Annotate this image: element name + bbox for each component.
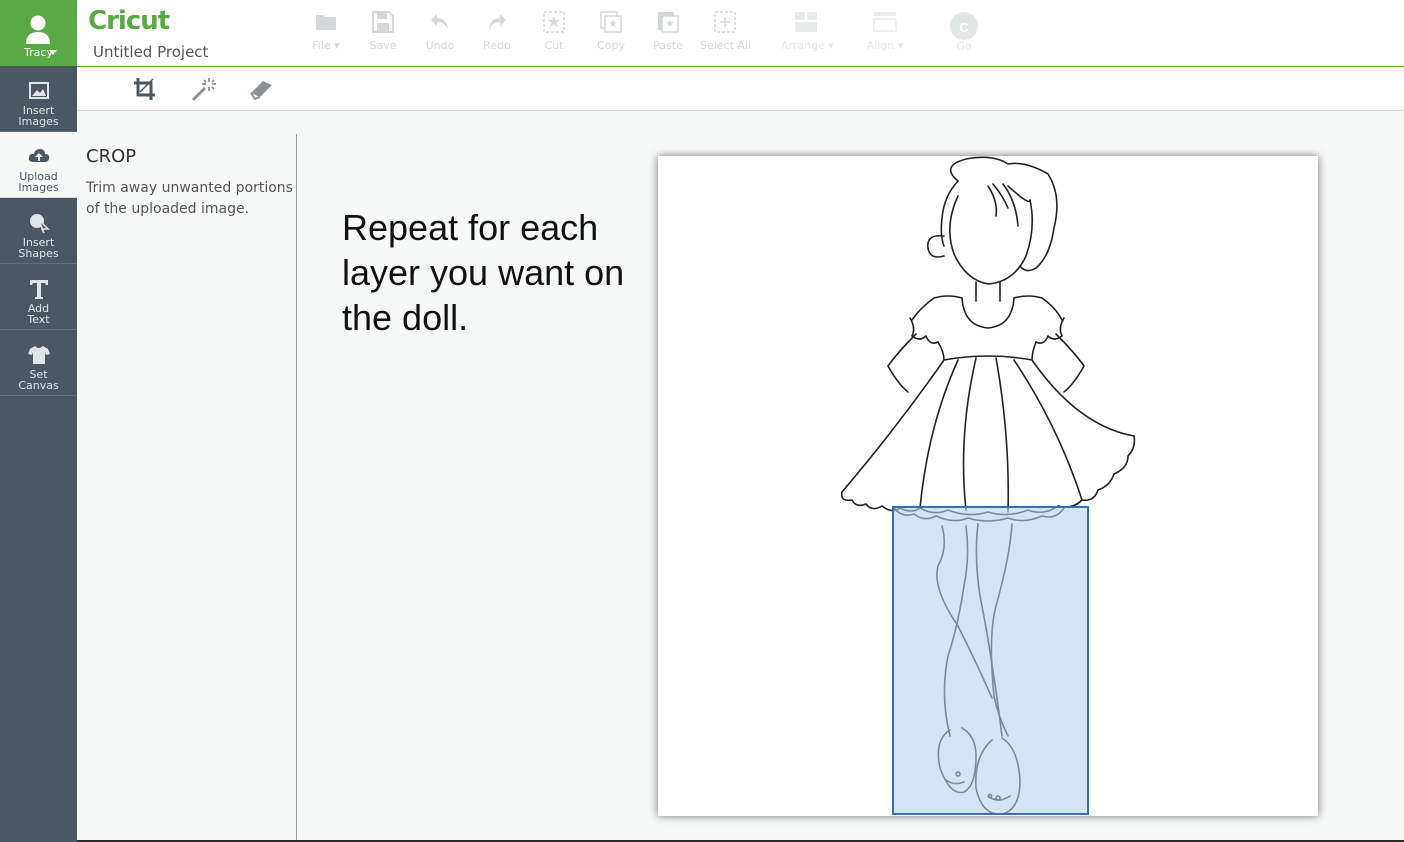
panel-title: CROP: [86, 146, 137, 167]
rail-upload-images[interactable]: Upload Images: [0, 132, 77, 198]
tshirt-icon: [28, 346, 50, 364]
user-name: Tracy: [24, 46, 53, 59]
rail-insert-images[interactable]: Insert Images: [0, 66, 77, 132]
crop-selection-box[interactable]: [892, 506, 1089, 815]
undo-button[interactable]: Undo: [415, 10, 465, 60]
toolbar-label: Arrange: [781, 39, 825, 52]
rail-label: Set Canvas: [18, 368, 59, 392]
cloud-upload-icon: [28, 149, 50, 162]
panel-description: Trim away unwanted portions of the uploa…: [86, 180, 293, 217]
toolbar-label: Paste: [653, 39, 683, 52]
redo-button[interactable]: Redo: [472, 10, 522, 60]
toolbar-label: Cut: [544, 39, 564, 52]
toolbar-label: Align: [866, 39, 895, 52]
toolbar-label: Save: [369, 39, 397, 52]
cricut-logo: Cricut: [88, 6, 170, 36]
crop-panel: CROP Trim away unwanted portions of the …: [77, 134, 297, 842]
toolbar-label: File: [312, 39, 331, 52]
save-button[interactable]: Save: [358, 10, 408, 60]
image-canvas[interactable]: [658, 156, 1318, 816]
redo-icon: [489, 14, 506, 30]
paste-button[interactable]: Paste: [643, 10, 693, 60]
folder-icon: [316, 15, 336, 30]
rail-label: Insert Images: [18, 104, 59, 128]
arrange-button[interactable]: Arrange ▾: [781, 10, 834, 60]
shapes-icon: [30, 214, 50, 234]
cut-icon: [543, 11, 565, 33]
rail-label: Upload Images: [18, 170, 59, 194]
rail-set-canvas[interactable]: Set Canvas: [0, 330, 77, 396]
user-icon: [26, 15, 50, 44]
eraser-icon[interactable]: [248, 76, 276, 102]
toolbar-label: Redo: [483, 39, 511, 52]
floppy-icon: [372, 11, 394, 33]
select-all-icon: [714, 11, 736, 33]
paste-icon: [658, 12, 679, 33]
toolbar-label: Select All: [700, 39, 752, 52]
select-all-button[interactable]: Select All: [700, 10, 752, 60]
image-tools: [77, 68, 1404, 111]
toolbar-label: Copy: [597, 39, 625, 52]
crop-icon[interactable]: [131, 76, 159, 102]
copy-icon: [600, 11, 622, 33]
go-button[interactable]: C Go: [939, 10, 989, 60]
user-menu[interactable]: Tracy: [0, 0, 77, 66]
toolbar-label: Go: [956, 40, 972, 53]
align-button[interactable]: Align ▾: [860, 10, 910, 60]
copy-button[interactable]: Copy: [586, 10, 636, 60]
left-rail: Tracy Insert Images Upload Images Insert…: [0, 0, 77, 842]
magic-wand-icon[interactable]: [190, 76, 218, 102]
go-badge: C: [959, 20, 969, 35]
cut-button[interactable]: Cut: [529, 10, 579, 60]
rail-insert-shapes[interactable]: Insert Shapes: [0, 198, 77, 264]
top-header: Cricut Untitled Project File ▾ Save Undo…: [77, 0, 1404, 67]
arrange-icon: [795, 12, 817, 32]
align-icon: [873, 12, 897, 32]
image-icon: [29, 82, 49, 99]
chevron-down-icon: [49, 50, 57, 55]
project-title[interactable]: Untitled Project: [93, 43, 208, 61]
undo-icon: [431, 14, 448, 30]
toolbar-label: Undo: [425, 39, 455, 52]
rail-label: Insert Shapes: [18, 236, 59, 260]
file-button[interactable]: File ▾: [301, 10, 351, 60]
text-icon: [30, 280, 48, 299]
rail-add-text[interactable]: Add Text: [0, 264, 77, 330]
instruction-text: Repeat for each layer you want on the do…: [342, 207, 625, 338]
rail-label: Add Text: [27, 302, 50, 326]
